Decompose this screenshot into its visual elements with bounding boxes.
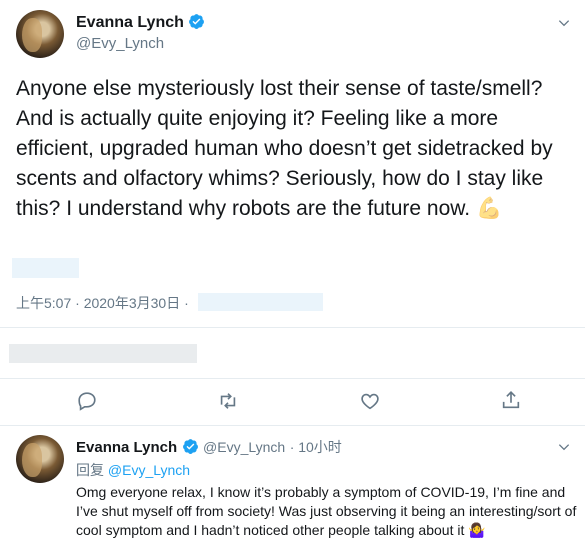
author-avatar[interactable] [16,10,64,58]
reply-author-avatar[interactable] [16,435,64,483]
verified-badge-icon [189,14,205,29]
like-icon[interactable] [359,390,381,412]
divider [0,327,585,328]
flexed-biceps-emoji: 💪 [475,197,503,220]
divider [0,378,585,379]
author-name[interactable]: Evanna Lynch [76,14,184,31]
reply-icon[interactable] [76,390,98,412]
retweet-icon[interactable] [217,390,239,412]
reply-text: Omg everyone relax, I know it’s probably… [76,484,577,538]
caret-down-icon[interactable] [557,16,571,30]
verified-badge-icon [182,439,198,454]
tweet-text: Anyone else mysteriously lost their sens… [16,77,553,220]
author-handle[interactable]: @Evy_Lynch [76,35,164,52]
divider [0,425,585,426]
tweet-timestamp[interactable]: 上午5:07 · 2020年3月30日 · [16,293,189,313]
redacted-translate-link[interactable] [12,258,79,278]
redacted-source-label[interactable] [198,293,323,311]
reply-author-handle[interactable]: @Evy_Lynch [203,439,285,455]
reply-time[interactable]: · 10小时 [290,439,342,455]
replying-to-prefix: 回复 [76,462,104,478]
replying-to-link[interactable]: @Evy_Lynch [108,462,190,478]
redacted-stats [9,344,197,363]
share-icon[interactable] [500,389,522,411]
reply-author-name[interactable]: Evanna Lynch [76,439,177,456]
person-shrugging-emoji: 🤷‍♀️ [468,522,486,538]
caret-down-icon[interactable] [557,440,571,454]
